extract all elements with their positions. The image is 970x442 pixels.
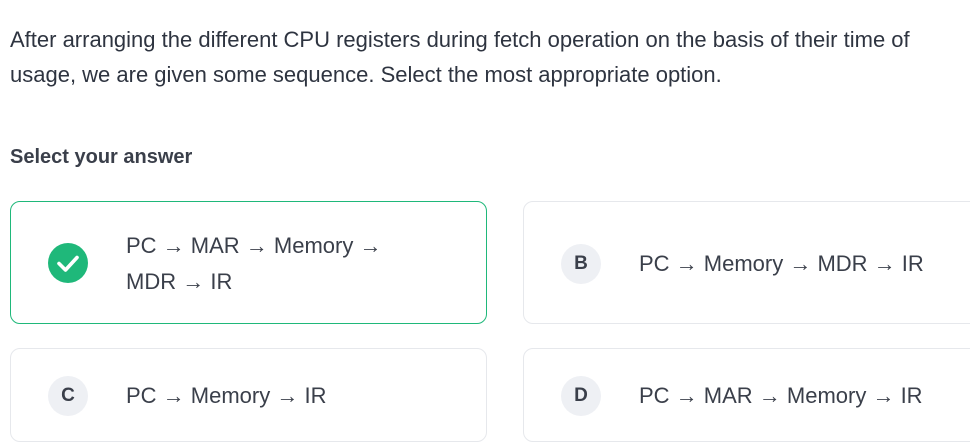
checkmark-icon [48,243,88,283]
question-text: After arranging the different CPU regist… [10,27,910,87]
option-d-letter: D [561,376,601,416]
option-c[interactable]: C PC → Memory → IR [10,348,487,442]
option-c-letter: C [48,376,88,416]
option-b-text: PC → Memory → MDR → IR [639,251,924,276]
select-answer-label: Select your answer [10,146,193,168]
option-b-letter: B [561,244,601,284]
option-b[interactable]: B PC → Memory → MDR → IR [523,201,970,324]
option-a[interactable]: PC → MAR → Memory → MDR → IR [10,201,487,324]
option-d-text: PC → MAR → Memory → IR [639,383,923,408]
option-d[interactable]: D PC → MAR → Memory → IR [523,348,970,442]
option-c-text: PC → Memory → IR [126,383,327,408]
option-a-text: PC → MAR → Memory → MDR → IR [126,233,382,294]
